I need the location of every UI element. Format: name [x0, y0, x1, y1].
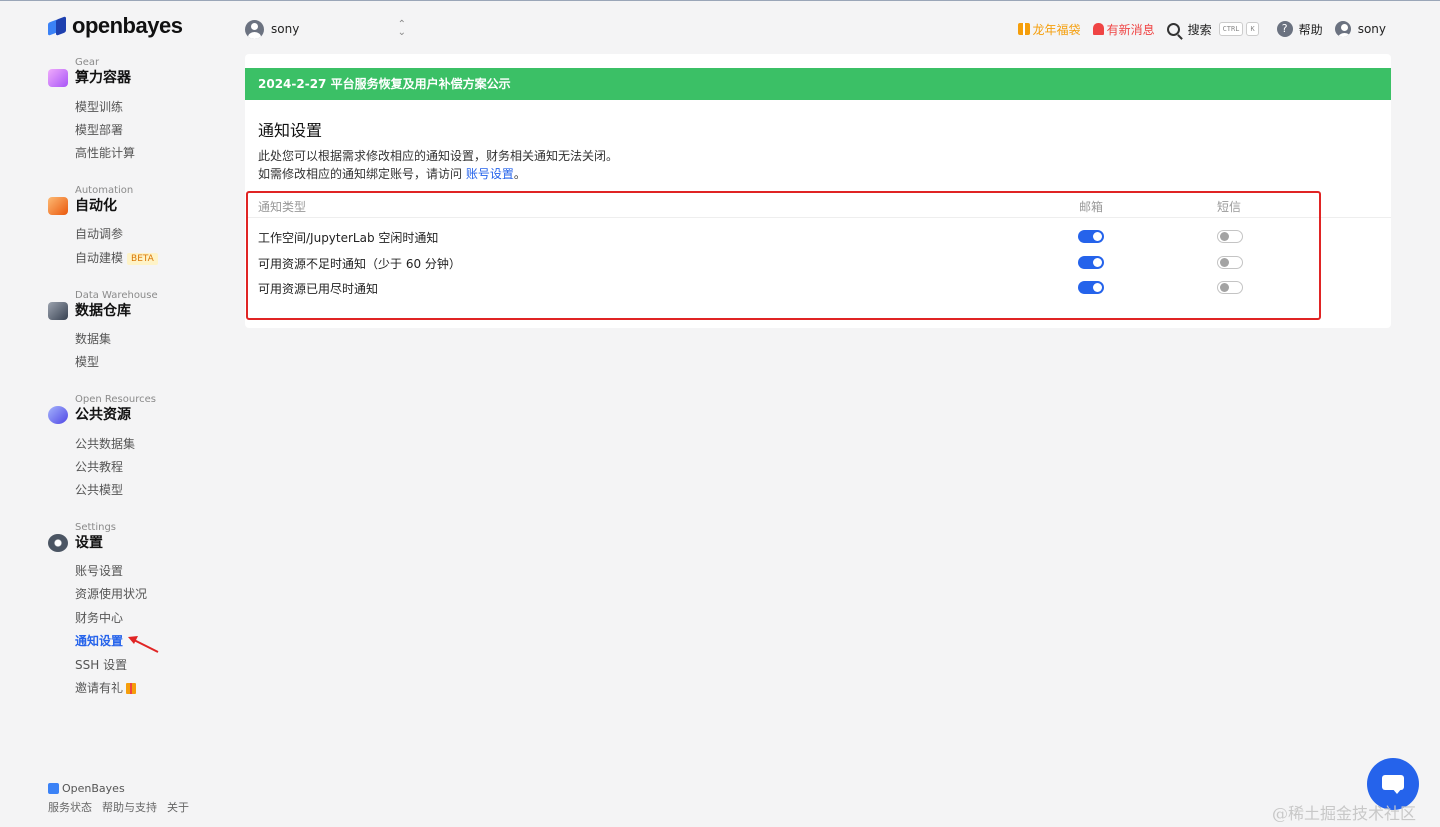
logo-icon — [48, 783, 59, 794]
sidebar-item-autotune[interactable]: 自动调参 — [75, 225, 123, 242]
table-header: 通知类型 邮箱 短信 — [246, 191, 1391, 218]
logo-text: openbayes — [72, 13, 183, 38]
footer-brand: OpenBayes — [48, 782, 199, 795]
container-icon — [48, 69, 68, 87]
lucky-bag-button[interactable]: 龙年福袋 — [1017, 21, 1081, 38]
automation-icon — [48, 197, 68, 215]
beta-badge: BETA — [127, 252, 158, 265]
column-header-sms: 短信 — [1217, 200, 1242, 214]
email-toggle[interactable] — [1078, 256, 1104, 269]
sidebar-item-invite[interactable]: 邀请有礼 — [75, 679, 137, 696]
kbd-ctrl: CTRL — [1218, 22, 1244, 36]
watermark: @稀土掘金技术社区 — [1272, 804, 1417, 823]
sidebar: openbayes Gear 算力容器 模型训练 模型部署 高性能计算 Auto… — [0, 1, 235, 827]
help-label: 帮助 — [1298, 22, 1323, 37]
chevron-updown-icon: ⌃ ⌄ — [397, 19, 406, 38]
footer-link-about[interactable]: 关于 — [167, 801, 189, 814]
desc-text: 。 — [513, 167, 526, 181]
sidebar-item-automl[interactable]: 自动建模 BETA — [75, 249, 158, 266]
section-title: 自动化 — [75, 198, 117, 214]
search-button[interactable]: 搜索 CTRL K — [1166, 21, 1259, 38]
section-title: 算力容器 — [75, 70, 131, 86]
sidebar-item-public-models[interactable]: 公共模型 — [75, 481, 123, 498]
notification-type-label: 可用资源不足时通知（少于 60 分钟） — [258, 257, 461, 271]
column-header-email: 邮箱 — [1079, 200, 1104, 214]
lucky-bag-label: 龙年福袋 — [1032, 22, 1081, 37]
sms-toggle[interactable] — [1217, 230, 1243, 243]
sidebar-item-model-deploy[interactable]: 模型部署 — [75, 121, 123, 138]
gift-icon — [1017, 23, 1030, 35]
sidebar-item-datasets[interactable]: 数据集 — [75, 330, 111, 347]
help-icon: ? — [1276, 21, 1293, 37]
sidebar-item-public-datasets[interactable]: 公共数据集 — [75, 435, 135, 452]
search-label: 搜索 — [1187, 22, 1212, 37]
sidebar-item-label: 自动建模 — [75, 251, 124, 265]
bell-icon — [1092, 23, 1104, 35]
page-title: 通知设置 — [258, 121, 323, 140]
footer-brand-text: OpenBayes — [62, 782, 125, 795]
gear-icon — [48, 534, 68, 552]
workspace-name: sony — [271, 22, 300, 36]
page-description-account: 如需修改相应的通知绑定账号，请访问 账号设置。 — [258, 165, 526, 182]
table-row: 工作空间/JupyterLab 空闲时通知 — [245, 225, 1391, 249]
gift-icon — [126, 683, 137, 694]
notification-type-label: 可用资源已用尽时通知 — [258, 282, 379, 296]
sidebar-item-resource-usage[interactable]: 资源使用状况 — [75, 585, 147, 602]
notifications-label: 有新消息 — [1106, 22, 1155, 37]
section-title: 数据仓库 — [75, 303, 131, 319]
sidebar-item-models[interactable]: 模型 — [75, 353, 99, 370]
sidebar-item-public-tutorials[interactable]: 公共教程 — [75, 458, 123, 475]
notifications-button[interactable]: 有新消息 — [1092, 21, 1155, 38]
annotation-arrow-icon — [128, 636, 159, 653]
account-settings-link[interactable]: 账号设置 — [466, 167, 514, 181]
sms-toggle[interactable] — [1217, 256, 1243, 269]
page-description: 此处您可以根据需求修改相应的通知设置，财务相关通知无法关闭。 — [258, 149, 619, 163]
user-menu[interactable]: sony — [1334, 21, 1386, 37]
sms-toggle[interactable] — [1217, 281, 1243, 294]
sidebar-item-hpc[interactable]: 高性能计算 — [75, 144, 135, 161]
footer-link-status[interactable]: 服务状态 — [48, 801, 92, 814]
announcement-banner[interactable]: 2024-2-27 平台服务恢复及用户补偿方案公示 — [245, 68, 1391, 100]
avatar — [245, 19, 264, 39]
user-name: sony — [1357, 22, 1386, 36]
sidebar-footer: OpenBayes 服务状态 帮助与支持 关于 — [48, 782, 199, 815]
footer-link-help[interactable]: 帮助与支持 — [102, 801, 157, 814]
search-icon — [1166, 22, 1180, 36]
topbar-actions: 龙年福袋 有新消息 搜索 CTRL K ? 帮助 sony — [1017, 18, 1386, 40]
database-icon — [48, 302, 68, 320]
section-title: 设置 — [75, 535, 103, 551]
sidebar-item-model-training[interactable]: 模型训练 — [75, 98, 123, 115]
public-resources-icon — [48, 406, 68, 424]
table-row: 可用资源不足时通知（少于 60 分钟） — [245, 251, 1391, 275]
desc-text: 如需修改相应的通知绑定账号，请访问 — [258, 167, 466, 181]
sidebar-item-ssh-settings[interactable]: SSH 设置 — [75, 656, 127, 673]
logo-icon — [48, 16, 68, 36]
workspace-selector[interactable]: sony ⌃ ⌄ — [245, 18, 410, 40]
table-row: 可用资源已用尽时通知 — [245, 276, 1391, 300]
logo[interactable]: openbayes — [48, 13, 183, 39]
kbd-k: K — [1246, 22, 1259, 36]
avatar — [1334, 21, 1351, 37]
email-toggle[interactable] — [1078, 281, 1104, 294]
email-toggle[interactable] — [1078, 230, 1104, 243]
help-button[interactable]: ? 帮助 — [1276, 21, 1323, 38]
sidebar-item-label: 邀请有礼 — [75, 681, 124, 695]
main-panel: 2024-2-27 平台服务恢复及用户补偿方案公示 通知设置 此处您可以根据需求… — [245, 54, 1391, 328]
column-header-type: 通知类型 — [258, 200, 307, 214]
section-title: 公共资源 — [75, 407, 131, 423]
notification-type-label: 工作空间/JupyterLab 空闲时通知 — [258, 231, 439, 245]
sidebar-item-notification-settings[interactable]: 通知设置 — [75, 632, 123, 649]
sidebar-item-finance[interactable]: 财务中心 — [75, 609, 123, 626]
sidebar-item-account-settings[interactable]: 账号设置 — [75, 562, 123, 579]
